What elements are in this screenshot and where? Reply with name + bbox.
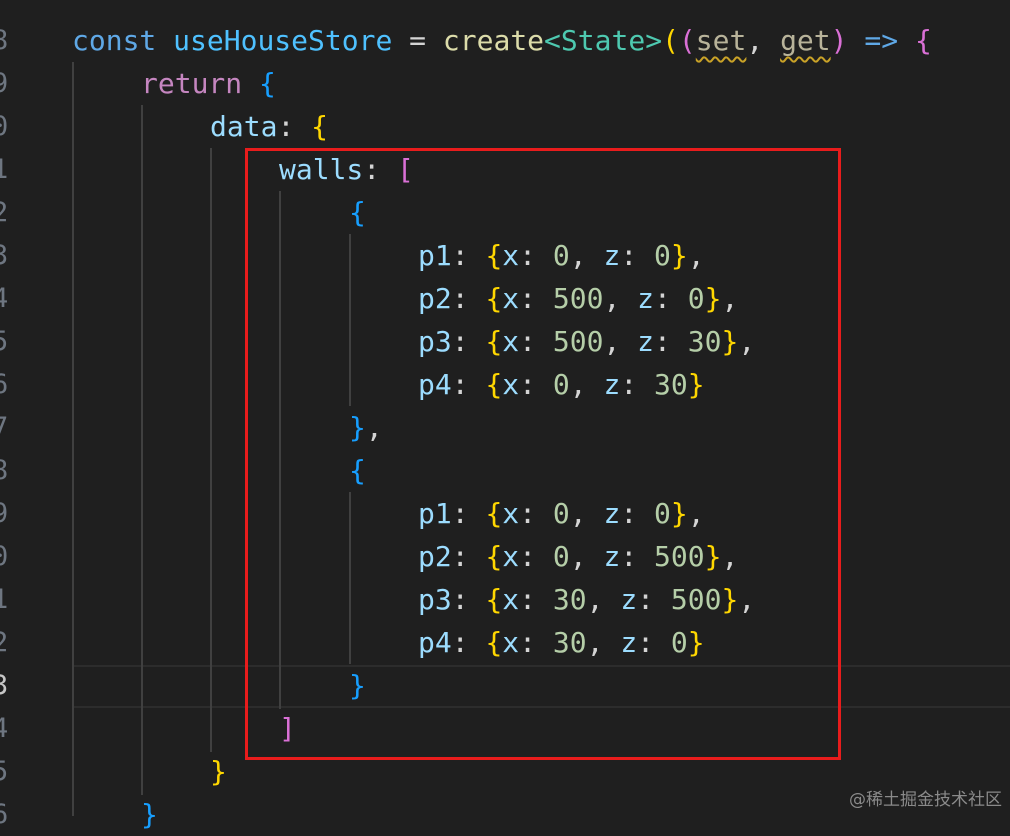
code-line[interactable]: data: { xyxy=(210,105,328,148)
brace: { xyxy=(914,24,932,57)
line-number: 6 xyxy=(0,369,9,400)
keyword: const xyxy=(72,24,157,57)
line-number: 3 xyxy=(0,240,9,271)
type-name: State xyxy=(560,24,646,57)
line-number-active: 3 xyxy=(0,670,9,701)
keyword: return xyxy=(141,67,243,100)
line-number: 0 xyxy=(0,111,9,142)
identifier: useHouseStore xyxy=(173,24,393,57)
function-name: create xyxy=(442,24,545,57)
line-number: 9 xyxy=(0,68,9,99)
punct: , xyxy=(746,24,764,57)
punct: < xyxy=(544,24,561,57)
line-number: 9 xyxy=(0,498,9,529)
line-number: 2 xyxy=(0,197,9,228)
brace: } xyxy=(141,798,158,831)
line-number: 2 xyxy=(0,627,9,658)
line-number: 7 xyxy=(0,412,9,443)
param-set: set xyxy=(695,24,747,57)
code-line[interactable]: const useHouseStore = create<State>((set… xyxy=(72,19,932,62)
line-number-gutter: 8 9 0 1 2 3 4 5 6 7 8 9 0 1 2 3 4 5 6 xyxy=(0,0,24,830)
brace: { xyxy=(311,110,329,143)
line-number: 1 xyxy=(0,154,9,185)
indent-guide xyxy=(210,148,212,752)
paren: ) xyxy=(830,24,848,57)
line-number: 8 xyxy=(0,455,9,486)
line-number: 5 xyxy=(0,326,9,357)
line-number: 1 xyxy=(0,584,9,615)
brace: { xyxy=(259,67,276,100)
brace: } xyxy=(210,755,227,788)
punct: : xyxy=(277,110,295,143)
param-get: get xyxy=(780,24,831,57)
line-number: 4 xyxy=(0,713,9,744)
paren: ( xyxy=(678,24,696,57)
line-number: 5 xyxy=(0,756,9,787)
watermark: @稀土掘金技术社区 xyxy=(849,790,1002,810)
punct: > xyxy=(645,24,663,57)
code-line[interactable]: } xyxy=(141,793,158,836)
property-key: data xyxy=(210,110,278,143)
code-line[interactable]: } xyxy=(210,750,227,793)
indent-guide xyxy=(72,62,74,816)
line-number: 0 xyxy=(0,541,9,572)
red-highlight-box xyxy=(245,148,841,760)
indent-guide xyxy=(141,105,143,795)
code-line[interactable]: return { xyxy=(141,62,276,105)
arrow: => xyxy=(864,24,899,57)
operator: = xyxy=(409,24,427,57)
line-number: 6 xyxy=(0,799,9,830)
code-editor[interactable]: 8 9 0 1 2 3 4 5 6 7 8 9 0 1 2 3 4 5 6 co… xyxy=(0,0,1010,831)
line-number: 8 xyxy=(0,25,9,56)
paren: ( xyxy=(662,24,679,57)
line-number: 4 xyxy=(0,283,9,314)
